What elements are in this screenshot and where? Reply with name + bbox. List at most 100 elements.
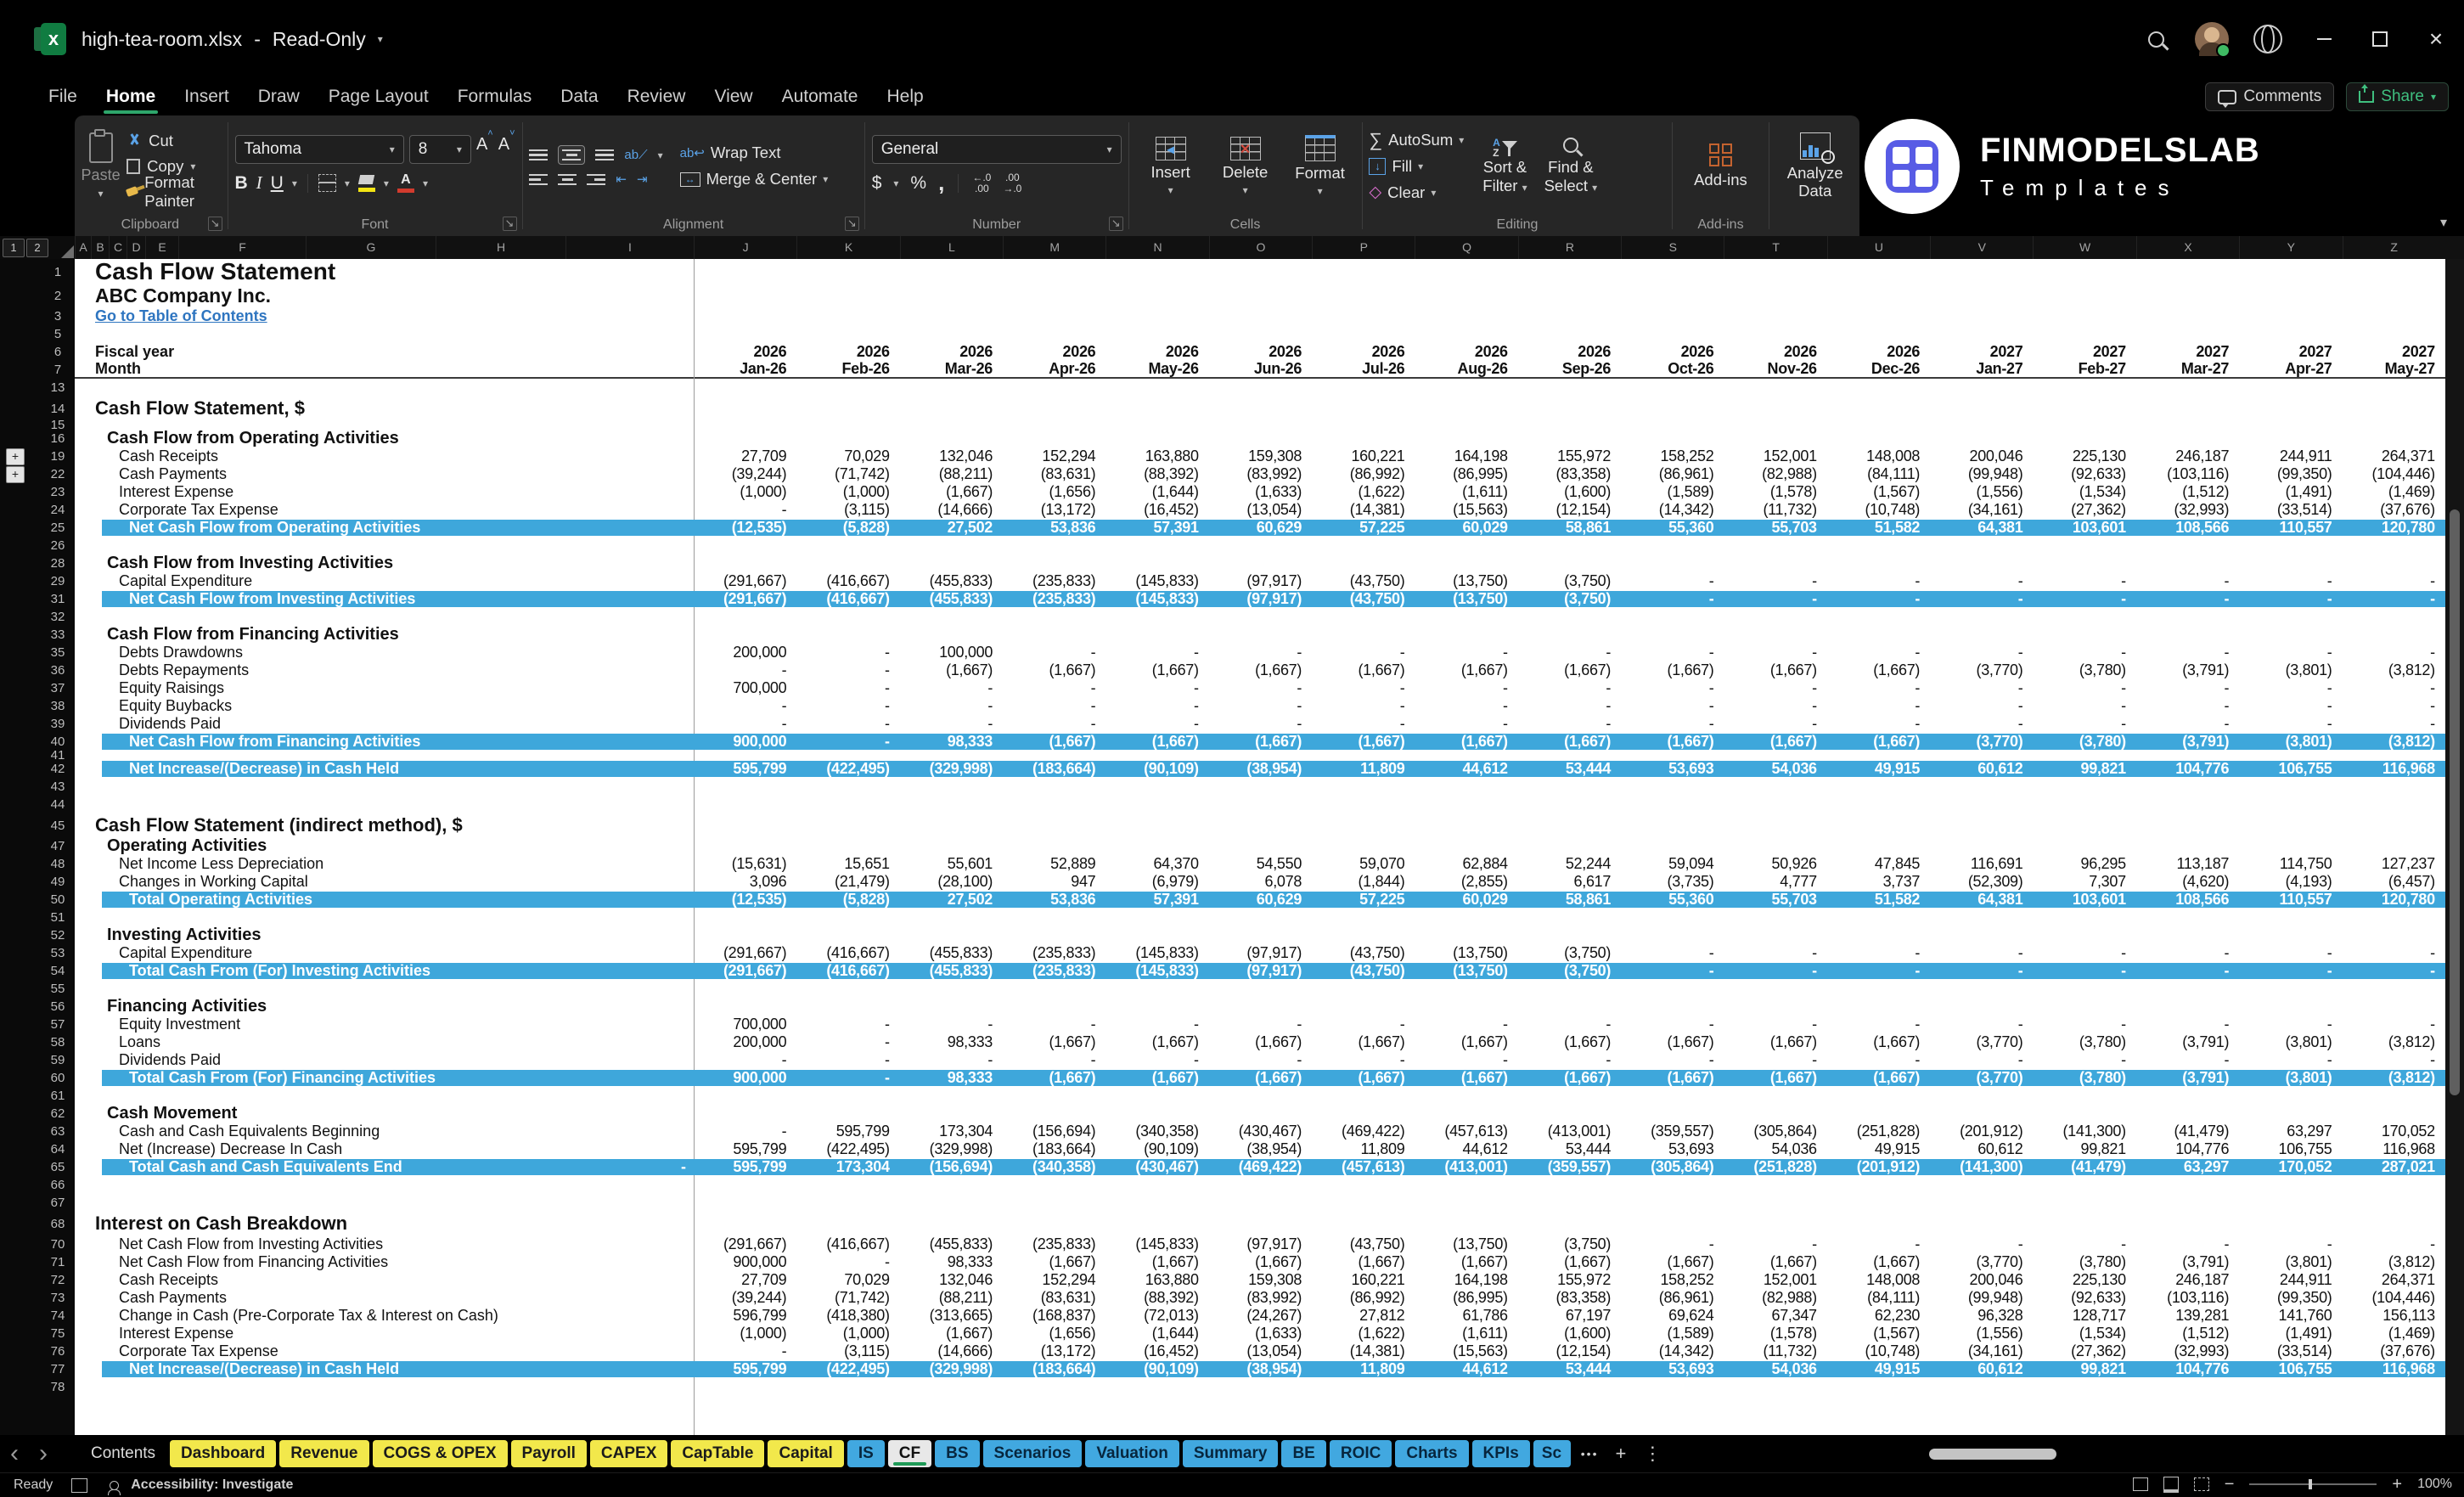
cell[interactable]: 159,308 — [1209, 447, 1312, 465]
cell[interactable]: (3,780) — [2033, 1253, 2135, 1271]
cell[interactable]: (1,667) — [1003, 1033, 1105, 1051]
pre-column-value[interactable]: - — [618, 1158, 686, 1176]
cell[interactable]: (1,644) — [1105, 1325, 1208, 1342]
cell[interactable]: (141,300) — [1930, 1158, 2033, 1176]
cell[interactable]: (359,557) — [1518, 1158, 1621, 1176]
cell[interactable]: 49,915 — [1827, 1140, 1930, 1158]
row-number[interactable]: 31 — [41, 590, 75, 608]
cell[interactable]: - — [1621, 679, 1724, 697]
cell[interactable]: (90,109) — [1105, 1140, 1208, 1158]
cell[interactable]: (156,694) — [900, 1158, 1003, 1176]
cell[interactable]: (3,812) — [2343, 1033, 2445, 1051]
row-number[interactable]: 62 — [41, 1105, 75, 1123]
row-label[interactable]: Cash Movement — [107, 1105, 237, 1123]
cell[interactable]: 106,755 — [2239, 1360, 2342, 1378]
cell[interactable]: (1,633) — [1209, 1325, 1312, 1342]
cell[interactable]: (457,613) — [1415, 1123, 1517, 1140]
cell[interactable]: (71,742) — [796, 1289, 899, 1307]
menu-tab-file[interactable]: File — [34, 78, 92, 115]
cell[interactable]: (1,491) — [2239, 483, 2342, 501]
cell[interactable]: - — [796, 1016, 899, 1033]
cell[interactable]: (3,770) — [1930, 1069, 2033, 1087]
cell[interactable]: 2026 — [694, 343, 796, 361]
row-label[interactable]: Debts Repayments — [119, 661, 249, 679]
cell[interactable]: 53,444 — [1518, 1140, 1621, 1158]
cell[interactable]: 106,755 — [2239, 760, 2342, 778]
row-label[interactable]: Fiscal year — [95, 343, 174, 361]
cell[interactable]: (359,557) — [1621, 1123, 1724, 1140]
cell[interactable]: (1,667) — [1003, 1253, 1105, 1271]
cell[interactable]: - — [1003, 1016, 1105, 1033]
cell[interactable]: - — [2343, 1051, 2445, 1069]
cell[interactable]: 2027 — [2343, 343, 2445, 361]
cell[interactable]: (39,244) — [694, 1289, 796, 1307]
cell[interactable]: - — [2136, 590, 2239, 608]
cell[interactable]: 59,094 — [1621, 855, 1724, 873]
cell[interactable]: 2026 — [1724, 343, 1826, 361]
cell[interactable]: - — [900, 1051, 1003, 1069]
cell[interactable]: (97,917) — [1209, 1235, 1312, 1253]
cell[interactable]: (156,694) — [1003, 1123, 1105, 1140]
cell[interactable]: 152,294 — [1003, 1271, 1105, 1289]
row-number[interactable]: 57 — [41, 1016, 75, 1033]
accessibility-status[interactable]: Accessibility: Investigate — [131, 1477, 293, 1493]
row-number[interactable]: 26 — [41, 537, 75, 554]
cell[interactable]: (145,833) — [1105, 962, 1208, 980]
cell[interactable]: (43,750) — [1312, 572, 1415, 590]
cell[interactable]: Feb-27 — [2033, 361, 2135, 377]
normal-view-icon[interactable] — [2133, 1477, 2148, 1491]
cell[interactable]: (28,100) — [900, 873, 1003, 891]
cell[interactable]: (6,457) — [2343, 873, 2445, 891]
sheet-tab-payroll[interactable]: Payroll — [511, 1440, 587, 1467]
page-break-view-icon[interactable] — [2194, 1477, 2209, 1491]
cell[interactable]: (329,998) — [900, 1360, 1003, 1378]
cell[interactable]: - — [1209, 1051, 1312, 1069]
cell[interactable]: Oct-26 — [1621, 361, 1724, 377]
cell[interactable]: - — [2239, 962, 2342, 980]
cell[interactable]: - — [1930, 1235, 2033, 1253]
cell[interactable]: 53,836 — [1003, 891, 1105, 909]
cell[interactable]: (1,567) — [1827, 1325, 1930, 1342]
cell[interactable]: - — [1312, 715, 1415, 733]
row-number[interactable]: 2 — [41, 284, 75, 307]
row-label[interactable]: Capital Expenditure — [119, 572, 252, 590]
cell[interactable]: (3,770) — [1930, 1033, 2033, 1051]
cell[interactable]: 64,381 — [1930, 519, 2033, 537]
cell[interactable]: (457,613) — [1312, 1158, 1415, 1176]
cell[interactable]: (3,812) — [2343, 661, 2445, 679]
sheet-tab-is[interactable]: IS — [847, 1440, 885, 1467]
cell[interactable]: (1,534) — [2033, 1325, 2135, 1342]
cell[interactable]: (1,667) — [1209, 733, 1312, 751]
cell[interactable]: - — [2033, 590, 2135, 608]
alignment-dialog-launcher[interactable]: ↘ — [845, 217, 859, 231]
row-number[interactable]: 63 — [41, 1123, 75, 1140]
cell[interactable]: (201,912) — [1827, 1158, 1930, 1176]
cell[interactable]: (41,479) — [2033, 1158, 2135, 1176]
cell[interactable]: 225,130 — [2033, 447, 2135, 465]
cell[interactable]: May-26 — [1105, 361, 1208, 377]
cell[interactable]: (251,828) — [1724, 1158, 1826, 1176]
cell[interactable]: 59,070 — [1312, 855, 1415, 873]
column-header-Y[interactable]: Y — [2239, 236, 2342, 259]
cell[interactable]: 104,776 — [2136, 1140, 2239, 1158]
cell[interactable]: (43,750) — [1312, 590, 1415, 608]
cell[interactable]: 27,709 — [694, 447, 796, 465]
cell[interactable]: (27,362) — [2033, 501, 2135, 519]
cell[interactable]: 163,880 — [1105, 447, 1208, 465]
cell[interactable]: 170,052 — [2343, 1123, 2445, 1140]
cell[interactable]: - — [694, 715, 796, 733]
cell[interactable]: (6,979) — [1105, 873, 1208, 891]
cell[interactable]: 2026 — [1003, 343, 1105, 361]
cell[interactable]: (340,358) — [1003, 1158, 1105, 1176]
cell[interactable]: - — [1312, 1051, 1415, 1069]
cell[interactable]: (1,667) — [1312, 661, 1415, 679]
cell[interactable]: 96,328 — [1930, 1307, 2033, 1325]
cell[interactable]: (88,392) — [1105, 465, 1208, 483]
cell[interactable]: (235,833) — [1003, 590, 1105, 608]
cell[interactable]: (1,667) — [1415, 661, 1517, 679]
row-number[interactable]: 15 — [41, 420, 75, 430]
cell[interactable]: (1,667) — [1518, 1253, 1621, 1271]
cell[interactable]: - — [1415, 679, 1517, 697]
cell[interactable]: May-27 — [2343, 361, 2445, 377]
cell[interactable]: 52,244 — [1518, 855, 1621, 873]
